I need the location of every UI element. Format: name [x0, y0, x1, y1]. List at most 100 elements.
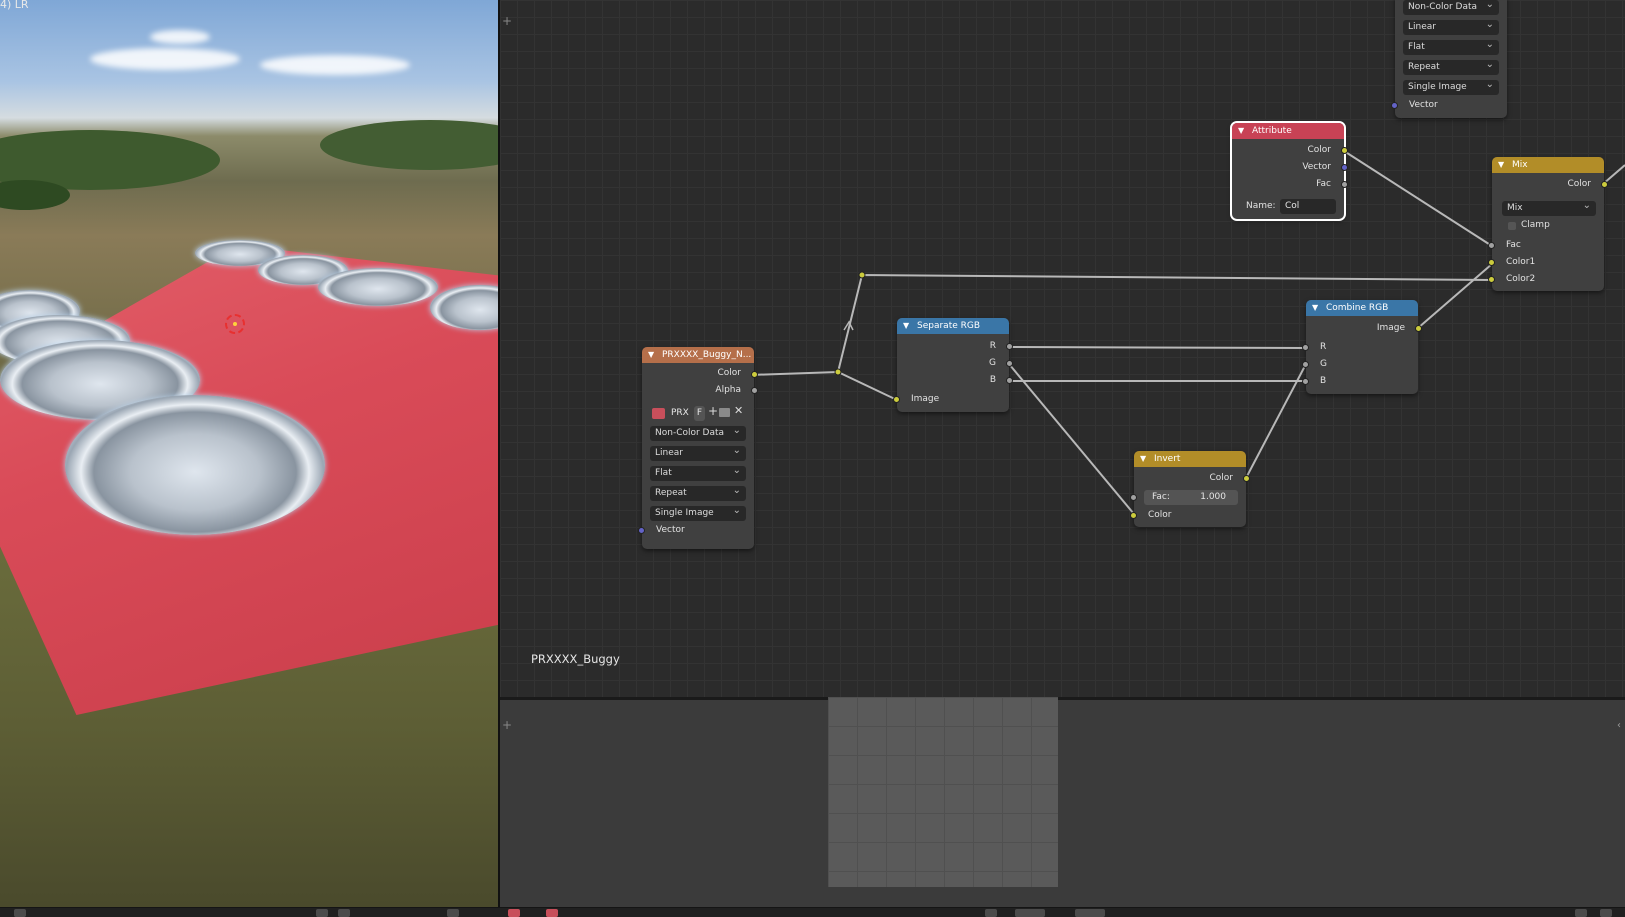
- vector-label: Vector: [656, 525, 685, 535]
- status-bar-field[interactable]: [1015, 909, 1045, 917]
- link: [837, 371, 898, 401]
- collapse-icon[interactable]: ▼: [1140, 451, 1146, 467]
- colorspace-dropdown[interactable]: Non-Color Data: [1403, 0, 1499, 15]
- combine-rgb-node[interactable]: ▼ Combine RGB Image R G B: [1302, 300, 1422, 394]
- output-label: B: [989, 375, 996, 385]
- vector-input-socket[interactable]: [1391, 102, 1398, 109]
- interpolation-dropdown[interactable]: Linear: [1403, 17, 1499, 35]
- collapse-icon[interactable]: ▼: [1312, 300, 1318, 316]
- editor-type-icon[interactable]: [546, 909, 558, 917]
- node-title: Combine RGB: [1326, 303, 1389, 313]
- node-header[interactable]: ▼ Combine RGB: [1306, 300, 1418, 316]
- input-label: G: [1320, 359, 1327, 369]
- fac-output-socket[interactable]: [1341, 181, 1348, 188]
- color2-input-socket[interactable]: [1488, 276, 1495, 283]
- node-header[interactable]: ▼ PRXXXX_Buggy_N...: [642, 347, 754, 363]
- collapse-icon[interactable]: ▼: [648, 347, 654, 363]
- colorspace-dropdown[interactable]: Non-Color Data: [650, 423, 746, 441]
- color-input-socket[interactable]: [1130, 512, 1137, 519]
- fake-user-button[interactable]: F: [694, 406, 705, 421]
- fac-input-socket[interactable]: [1130, 494, 1137, 501]
- reroute-point: [858, 271, 866, 279]
- image-texture-node-top[interactable]: Non-Color Data Linear Flat Repeat Single…: [1391, 0, 1507, 118]
- link: [749, 371, 839, 376]
- node-title: PRXXXX_Buggy_N...: [662, 350, 752, 360]
- node-header[interactable]: ▼ Mix: [1492, 157, 1604, 173]
- collapse-icon[interactable]: ▼: [1498, 157, 1504, 173]
- node-title: Attribute: [1252, 126, 1292, 136]
- r-output-socket[interactable]: [1006, 343, 1013, 350]
- output-label: Color: [1307, 145, 1332, 155]
- collapse-icon[interactable]: ▼: [1238, 123, 1244, 139]
- fac-slider[interactable]: Fac: 1.000: [1144, 490, 1238, 505]
- status-bar: [0, 907, 1625, 917]
- status-bar-icon[interactable]: [1600, 909, 1612, 917]
- color-output-socket[interactable]: [1341, 147, 1348, 154]
- extension-dropdown[interactable]: Repeat: [1403, 57, 1499, 75]
- b-input-socket[interactable]: [1302, 378, 1309, 385]
- g-output-socket[interactable]: [1006, 360, 1013, 367]
- node-title: Separate RGB: [917, 321, 981, 331]
- status-bar-icon[interactable]: [316, 909, 328, 917]
- status-bar-icon[interactable]: [447, 909, 459, 917]
- open-folder-icon[interactable]: [719, 408, 730, 417]
- link: [1008, 346, 1307, 349]
- image-output-socket[interactable]: [1415, 325, 1422, 332]
- status-bar-icon[interactable]: [1575, 909, 1587, 917]
- vector-input-socket[interactable]: [638, 527, 645, 534]
- attribute-node[interactable]: ▼ Attribute Color Vector Fac Name: Col: [1230, 121, 1348, 221]
- editor-type-icon[interactable]: [508, 909, 520, 917]
- node-header[interactable]: ▼ Invert: [1134, 451, 1246, 467]
- new-image-icon[interactable]: +: [708, 404, 718, 418]
- b-output-socket[interactable]: [1006, 377, 1013, 384]
- extension-dropdown[interactable]: Repeat: [650, 483, 746, 501]
- color1-input-socket[interactable]: [1488, 259, 1495, 266]
- source-dropdown[interactable]: Single Image: [650, 503, 746, 521]
- color-output-socket[interactable]: [751, 371, 758, 378]
- color-output-socket[interactable]: [1243, 475, 1250, 482]
- image-browse-icon[interactable]: [652, 408, 665, 419]
- node-header[interactable]: ▼ Attribute: [1232, 123, 1344, 139]
- color-output-socket[interactable]: [1601, 181, 1608, 188]
- output-label: Color: [1567, 179, 1592, 189]
- name-field[interactable]: Col: [1280, 199, 1336, 214]
- output-label: Alpha: [715, 385, 741, 395]
- output-label: Color: [717, 368, 742, 378]
- image-name-field[interactable]: PRX: [669, 406, 693, 421]
- clamp-checkbox[interactable]: [1508, 222, 1516, 230]
- area-corner-plus-icon[interactable]: +: [502, 718, 512, 732]
- collapse-icon[interactable]: ▼: [903, 318, 909, 334]
- vector-output-socket[interactable]: [1341, 164, 1348, 171]
- input-label: Color2: [1506, 274, 1536, 284]
- status-bar-icon[interactable]: [14, 909, 26, 917]
- input-label: B: [1320, 376, 1327, 386]
- invert-node[interactable]: ▼ Invert Color Fac: 1.000 Color: [1130, 451, 1250, 527]
- interpolation-dropdown[interactable]: Linear: [650, 443, 746, 461]
- clamp-label: Clamp: [1521, 220, 1550, 230]
- image-checker-preview: [828, 697, 1058, 887]
- status-bar-icon[interactable]: [338, 909, 350, 917]
- blend-type-dropdown[interactable]: Mix: [1502, 198, 1596, 216]
- close-icon[interactable]: ✕: [734, 404, 743, 417]
- separate-rgb-node[interactable]: ▼ Separate RGB R G B Image: [893, 318, 1013, 412]
- input-label: R: [1320, 342, 1327, 352]
- vector-label: Vector: [1409, 100, 1438, 110]
- r-input-socket[interactable]: [1302, 344, 1309, 351]
- projection-dropdown[interactable]: Flat: [650, 463, 746, 481]
- status-bar-icon[interactable]: [985, 909, 997, 917]
- output-label: Vector: [1302, 162, 1331, 172]
- g-input-socket[interactable]: [1302, 361, 1309, 368]
- node-header[interactable]: ▼ Separate RGB: [897, 318, 1009, 334]
- bottom-editor-area[interactable]: [500, 697, 1625, 907]
- mix-node[interactable]: ▼ Mix Color Mix Clamp Fac Color1 Color2: [1488, 157, 1608, 291]
- image-texture-node[interactable]: ▼ PRXXXX_Buggy_N... Color Alpha PRX F + ✕…: [638, 347, 758, 549]
- alpha-output-socket[interactable]: [751, 387, 758, 394]
- source-dropdown[interactable]: Single Image: [1403, 77, 1499, 95]
- image-input-socket[interactable]: [893, 396, 900, 403]
- link: [1008, 363, 1135, 515]
- status-bar-field[interactable]: [1075, 909, 1105, 917]
- sidebar-toggle-icon[interactable]: ‹: [1617, 720, 1621, 731]
- output-label: Image: [1376, 323, 1405, 333]
- projection-dropdown[interactable]: Flat: [1403, 37, 1499, 55]
- fac-input-socket[interactable]: [1488, 242, 1495, 249]
